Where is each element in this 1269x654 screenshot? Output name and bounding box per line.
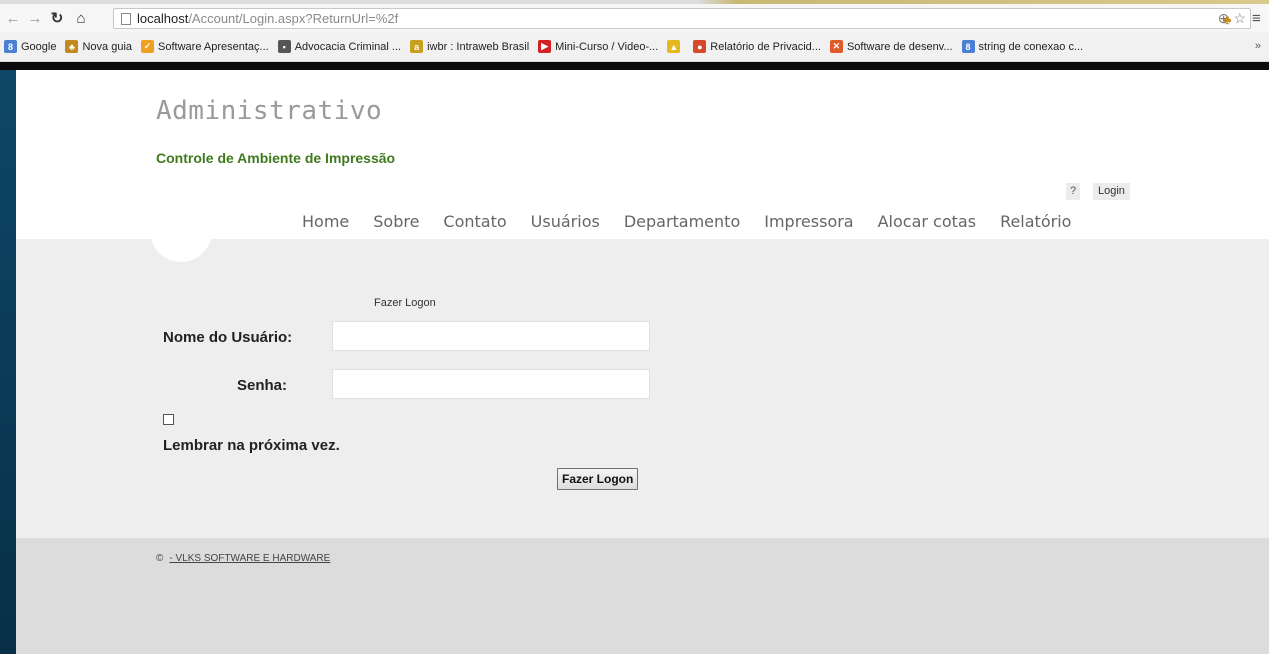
chrome-icon: ● — [693, 40, 707, 53]
bookmark-item[interactable]: ▪ Advocacia Criminal ... — [277, 40, 402, 53]
bookmark-item[interactable]: ✕ Software de desenv... — [829, 40, 953, 53]
google-icon: 8 — [961, 40, 975, 53]
copyright: © - VLKS SOFTWARE E HARDWARE — [156, 553, 330, 564]
bookmark-item[interactable]: ▲ — [667, 40, 684, 53]
login-form-title: Fazer Logon — [374, 297, 436, 309]
username-label: Nome do Usuário: — [163, 329, 293, 346]
remember-me-checkbox[interactable] — [163, 414, 174, 425]
page-dark-icon: ▪ — [277, 40, 291, 53]
site-subtitle: Controle de Ambiente de Impressão — [156, 150, 396, 166]
vs-icon: ✕ — [829, 40, 843, 53]
hamburger-menu-icon[interactable]: ≡ — [1252, 10, 1261, 27]
youtube-icon: ▶ — [538, 40, 552, 53]
drive-icon: ▲ — [667, 40, 681, 53]
bookmark-label: string de conexao c... — [978, 40, 1084, 53]
extension-icon[interactable]: ♣ — [1223, 12, 1232, 27]
bookmark-item[interactable]: ▶ Mini-Curso / Video-... — [538, 40, 658, 53]
bookmark-item[interactable]: 8 string de conexao c... — [961, 40, 1084, 53]
main-content: Fazer Logon Nome do Usuário: Senha: Lemb… — [16, 220, 1269, 538]
iwbr-icon: a — [410, 40, 424, 53]
password-input[interactable] — [332, 369, 650, 399]
web-page: Administrativo Controle de Ambiente de I… — [16, 70, 1269, 654]
url-text[interactable]: localhost/Account/Login.aspx?ReturnUrl=%… — [137, 11, 398, 26]
bookmark-label: Google — [21, 40, 57, 53]
home-icon[interactable]: ⌂ — [72, 9, 90, 27]
bookmark-item[interactable]: ● Relatório de Privacid... — [693, 40, 821, 53]
google-icon: 8 — [4, 40, 17, 53]
copyright-symbol: © — [156, 553, 164, 564]
menu-item-impressora[interactable]: Impressora — [764, 212, 853, 231]
menu-item-home[interactable]: Home — [302, 212, 349, 231]
menu-item-sobre[interactable]: Sobre — [373, 212, 419, 231]
reload-icon[interactable]: ↻ — [48, 9, 66, 27]
menu-item-alocar-cotas[interactable]: Alocar cotas — [878, 212, 976, 231]
company-link[interactable]: - VLKS SOFTWARE E HARDWARE — [169, 553, 330, 564]
bookmark-label: Advocacia Criminal ... — [294, 40, 402, 53]
bookmark-label: Relatório de Privacid... — [710, 40, 821, 53]
main-menu: Home Sobre Contato Usuários Departamento… — [302, 212, 1071, 231]
help-link[interactable]: ? — [1066, 183, 1080, 200]
remember-me-label: Lembrar na próxima vez. — [163, 437, 340, 454]
forward-arrow-icon[interactable]: → — [26, 9, 44, 27]
browser-toolbar: ← → ↻ ⌂ localhost/Account/Login.aspx?Ret… — [0, 4, 1269, 32]
menu-item-departamento[interactable]: Departamento — [624, 212, 740, 231]
bookmark-label: Software Apresentaç... — [158, 40, 269, 53]
bookmarks-bar: 8 Google ♣ Nova guia ✓ Software Apresentaç...… — [0, 32, 1269, 62]
bookmark-label: Software de desenv... — [846, 40, 953, 53]
bookmarks-overflow-icon[interactable]: » — [1255, 40, 1261, 52]
page-top-bar — [0, 62, 1269, 70]
chrome-apps-icon: ♣ — [65, 40, 79, 53]
menu-item-usuarios[interactable]: Usuários — [531, 212, 600, 231]
login-submit-button[interactable]: Fazer Logon — [557, 468, 639, 490]
bookmark-label: Mini-Curso / Video-... — [555, 40, 659, 53]
login-link[interactable]: Login — [1093, 183, 1130, 200]
back-arrow-icon[interactable]: ← — [4, 9, 22, 27]
site-footer: © - VLKS SOFTWARE E HARDWARE — [16, 538, 1269, 654]
address-bar[interactable]: localhost/Account/Login.aspx?ReturnUrl=%… — [113, 8, 1251, 29]
menu-item-contato[interactable]: Contato — [443, 212, 506, 231]
bookmark-item[interactable]: ✓ Software Apresentaç... — [141, 40, 269, 53]
site-header: Administrativo Controle de Ambiente de I… — [16, 70, 1269, 239]
orange-check-icon: ✓ — [141, 40, 155, 53]
bookmark-item[interactable]: 8 Google — [4, 40, 56, 53]
bookmark-label: iwbr : Intraweb Brasil — [427, 40, 530, 53]
menu-item-relatorio[interactable]: Relatório — [1000, 212, 1071, 231]
browser-chrome: ← → ↻ ⌂ localhost/Account/Login.aspx?Ret… — [0, 0, 1269, 70]
bookmark-label: Nova guia — [82, 40, 133, 53]
password-label: Senha: — [237, 377, 288, 394]
site-title: Administrativo — [156, 96, 383, 126]
header-decoration — [150, 220, 212, 262]
bookmark-item[interactable]: a iwbr : Intraweb Brasil — [410, 40, 529, 53]
page-icon — [121, 12, 131, 25]
username-input[interactable] — [332, 321, 650, 351]
bookmark-item[interactable]: ♣ Nova guia — [65, 40, 132, 53]
star-icon[interactable]: ☆ — [1233, 10, 1246, 27]
